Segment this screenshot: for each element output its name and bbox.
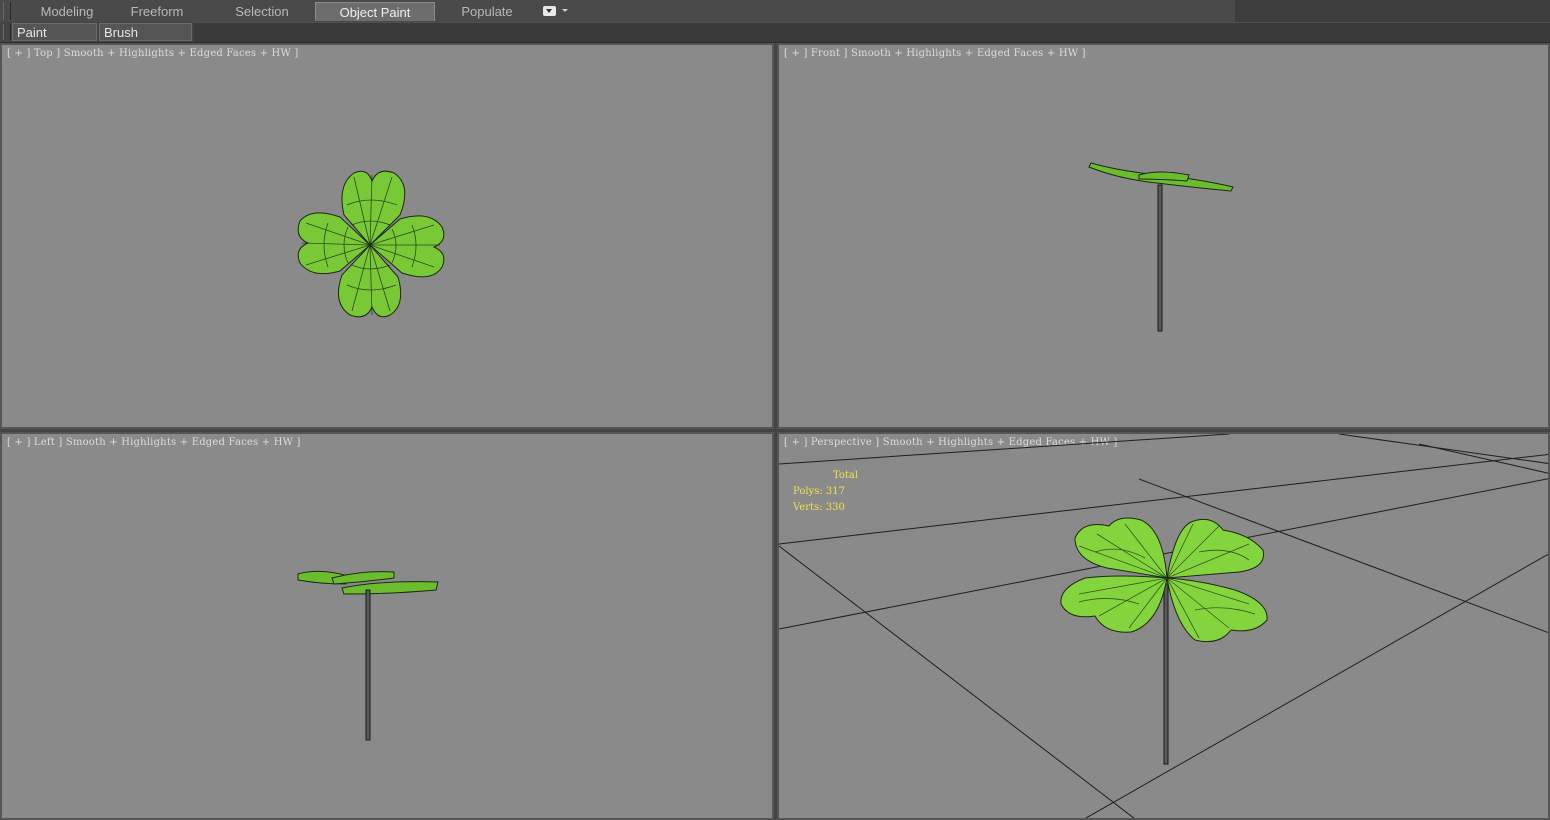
panel-grip-handle[interactable] xyxy=(3,24,11,40)
leaf-front-right xyxy=(1166,577,1268,643)
chevron-down-icon xyxy=(562,9,568,12)
panel-empty-area xyxy=(194,22,1550,42)
viewport-perspective[interactable]: [ + ] Perspective ] Smooth + Highlights … xyxy=(777,432,1550,820)
tab-object-paint[interactable]: Object Paint xyxy=(315,2,435,21)
clover-top-view xyxy=(297,170,445,318)
viewport-left[interactable]: [ + ] Left ] Smooth + Highlights + Edged… xyxy=(0,432,774,820)
stats-polys-value: 317 xyxy=(825,486,845,497)
paint-objects-button[interactable]: Paint Objects xyxy=(12,23,97,58)
statistics-overlay: Total Polys: 317 Verts: 330 xyxy=(793,468,858,516)
stats-verts-value: 330 xyxy=(825,502,845,513)
ribbon-options-icon xyxy=(543,6,556,16)
clover-front-view xyxy=(1088,162,1234,332)
clover-left-view xyxy=(297,570,439,741)
stats-verts: Verts: 330 xyxy=(793,502,845,513)
tab-freeform[interactable]: Freeform xyxy=(112,2,202,21)
ribbon-empty-area xyxy=(1235,0,1550,22)
stats-title: Total xyxy=(833,470,859,481)
perspective-scene xyxy=(779,434,1548,818)
viewport-front[interactable]: [ + ] Front ] Smooth + Highlights + Edge… xyxy=(777,43,1550,429)
ribbon-grip-handle[interactable] xyxy=(3,2,11,20)
tab-selection[interactable]: Selection xyxy=(215,2,309,21)
tab-populate[interactable]: Populate xyxy=(442,2,532,21)
tab-modeling[interactable]: Modeling xyxy=(22,2,112,21)
brush-settings-button[interactable]: Brush Settings xyxy=(99,23,192,58)
ribbon-options-dropdown[interactable] xyxy=(543,5,569,18)
viewport-top[interactable]: [ + ] Top ] Smooth + Highlights + Edged … xyxy=(0,43,774,429)
leaf-front-left xyxy=(1060,575,1168,633)
stats-polys: Polys: 317 xyxy=(793,486,845,497)
object-paint-panel-bar: Paint Objects Brush Settings xyxy=(0,22,1550,58)
ribbon-tab-bar: Modeling Freeform Selection Object Paint… xyxy=(0,0,1550,23)
